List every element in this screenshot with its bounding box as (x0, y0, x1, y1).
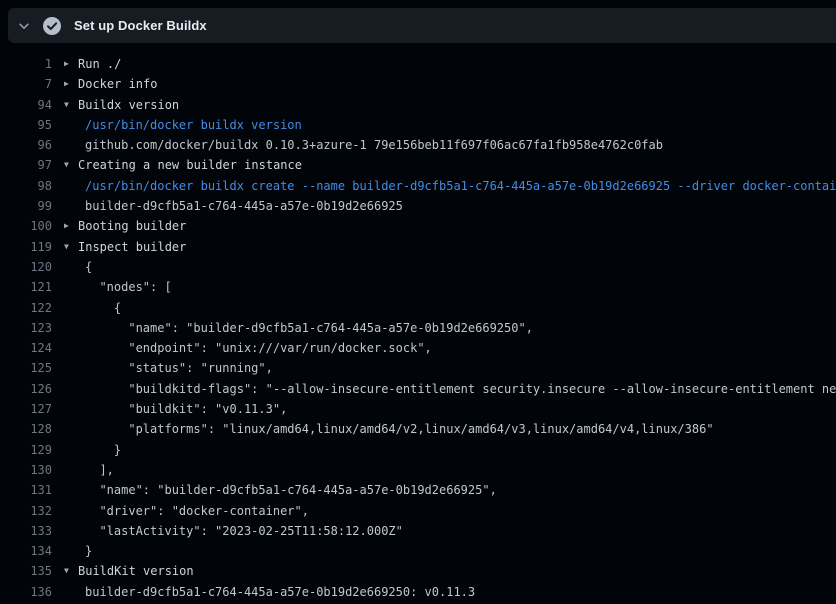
log-line: 95 /usr/bin/docker buildx version (0, 115, 836, 135)
log-line: 120 { (0, 257, 836, 277)
line-number[interactable]: 129 (0, 440, 52, 460)
log-line: 123 "name": "builder-d9cfb5a1-c764-445a-… (0, 318, 836, 338)
group-toggle-triangle-icon[interactable]: ▶ (64, 216, 78, 236)
log-line-text: "name": "builder-d9cfb5a1-c764-445a-a57e… (52, 318, 533, 338)
log-viewer: 1 ▶ Run ./ 7 ▶ Docker info 94 ▼ Buildx v… (0, 43, 836, 604)
line-number[interactable]: 96 (0, 135, 52, 155)
log-line: 133 "lastActivity": "2023-02-25T11:58:12… (0, 521, 836, 541)
line-number[interactable]: 125 (0, 358, 52, 378)
log-line: 124 "endpoint": "unix:///var/run/docker.… (0, 338, 836, 358)
log-line-text: github.com/docker/buildx 0.10.3+azure-1 … (52, 135, 663, 155)
log-line: 132 "driver": "docker-container", (0, 501, 836, 521)
group-toggle-triangle-icon[interactable]: ▶ (64, 54, 78, 74)
line-number[interactable]: 121 (0, 277, 52, 297)
log-line: 129 } (0, 440, 836, 460)
log-line-text: Docker info (78, 74, 157, 94)
line-number[interactable]: 126 (0, 379, 52, 399)
group-toggle-triangle-icon[interactable]: ▼ (64, 155, 78, 175)
line-number[interactable]: 1 (0, 54, 52, 74)
line-number[interactable]: 128 (0, 419, 52, 439)
line-number[interactable]: 132 (0, 501, 52, 521)
log-line: 126 "buildkitd-flags": "--allow-insecure… (0, 379, 836, 399)
line-number[interactable]: 131 (0, 480, 52, 500)
log-line-text: "buildkitd-flags": "--allow-insecure-ent… (52, 379, 836, 399)
log-line: 99 builder-d9cfb5a1-c764-445a-a57e-0b19d… (0, 196, 836, 216)
log-line-text: "buildkit": "v0.11.3", (52, 399, 287, 419)
log-line-text: Creating a new builder instance (78, 155, 302, 175)
log-group-line[interactable]: 7 ▶ Docker info (0, 74, 836, 94)
line-number[interactable]: 94 (0, 95, 52, 115)
log-line: 125 "status": "running", (0, 358, 836, 378)
log-line: 96 github.com/docker/buildx 0.10.3+azure… (0, 135, 836, 155)
line-number[interactable]: 123 (0, 318, 52, 338)
log-line-text: BuildKit version (78, 561, 194, 581)
group-toggle-triangle-icon[interactable]: ▼ (64, 95, 78, 115)
group-toggle-triangle-icon[interactable]: ▼ (64, 561, 78, 581)
log-line: 127 "buildkit": "v0.11.3", (0, 399, 836, 419)
line-number[interactable]: 124 (0, 338, 52, 358)
chevron-down-icon[interactable] (16, 18, 32, 34)
log-line-text: { (52, 257, 92, 277)
log-line-text: Booting builder (78, 216, 186, 236)
line-number[interactable]: 127 (0, 399, 52, 419)
check-circle-icon (42, 16, 62, 36)
log-line-text: /usr/bin/docker buildx version (52, 115, 302, 135)
line-number[interactable]: 100 (0, 216, 52, 236)
log-group-line[interactable]: 97 ▼ Creating a new builder instance (0, 155, 836, 175)
group-toggle-triangle-icon[interactable]: ▼ (64, 237, 78, 257)
line-number[interactable]: 122 (0, 298, 52, 318)
log-line-text: { (52, 298, 121, 318)
log-group-line[interactable]: 119 ▼ Inspect builder (0, 237, 836, 257)
line-number[interactable]: 97 (0, 155, 52, 175)
log-line: 136 builder-d9cfb5a1-c764-445a-a57e-0b19… (0, 582, 836, 602)
log-line-text: } (52, 541, 92, 561)
line-number[interactable]: 7 (0, 74, 52, 94)
log-line: 128 "platforms": "linux/amd64,linux/amd6… (0, 419, 836, 439)
log-line: 121 "nodes": [ (0, 277, 836, 297)
log-line: 131 "name": "builder-d9cfb5a1-c764-445a-… (0, 480, 836, 500)
log-line-text: ], (52, 460, 114, 480)
log-line-text: "driver": "docker-container", (52, 501, 309, 521)
line-number[interactable]: 98 (0, 176, 52, 196)
line-number[interactable]: 95 (0, 115, 52, 135)
log-line: 134 } (0, 541, 836, 561)
log-group-line[interactable]: 100 ▶ Booting builder (0, 216, 836, 236)
log-line-text: "nodes": [ (52, 277, 172, 297)
line-number[interactable]: 133 (0, 521, 52, 541)
log-group-line[interactable]: 1 ▶ Run ./ (0, 54, 836, 74)
log-line-text: Buildx version (78, 95, 179, 115)
step-title: Set up Docker Buildx (74, 18, 207, 33)
log-line-text: "name": "builder-d9cfb5a1-c764-445a-a57e… (52, 480, 497, 500)
log-line-text: "endpoint": "unix:///var/run/docker.sock… (52, 338, 432, 358)
log-line-text: builder-d9cfb5a1-c764-445a-a57e-0b19d2e6… (52, 582, 475, 602)
log-line: 98 /usr/bin/docker buildx create --name … (0, 176, 836, 196)
log-line-text: "platforms": "linux/amd64,linux/amd64/v2… (52, 419, 714, 439)
log-group-line[interactable]: 135 ▼ BuildKit version (0, 561, 836, 581)
step-header[interactable]: Set up Docker Buildx (8, 8, 836, 43)
line-number[interactable]: 99 (0, 196, 52, 216)
log-line-text: } (52, 440, 121, 460)
log-line-text: Run ./ (78, 54, 121, 74)
log-line: 130 ], (0, 460, 836, 480)
log-line-text: Inspect builder (78, 237, 186, 257)
line-number[interactable]: 135 (0, 561, 52, 581)
line-number[interactable]: 130 (0, 460, 52, 480)
line-number[interactable]: 119 (0, 237, 52, 257)
log-line-text: "status": "running", (52, 358, 273, 378)
log-line-text: "lastActivity": "2023-02-25T11:58:12.000… (52, 521, 403, 541)
line-number[interactable]: 134 (0, 541, 52, 561)
log-group-line[interactable]: 94 ▼ Buildx version (0, 95, 836, 115)
group-toggle-triangle-icon[interactable]: ▶ (64, 74, 78, 94)
line-number[interactable]: 120 (0, 257, 52, 277)
log-line: 122 { (0, 298, 836, 318)
log-line-text: builder-d9cfb5a1-c764-445a-a57e-0b19d2e6… (52, 196, 403, 216)
line-number[interactable]: 136 (0, 582, 52, 602)
log-line-text: /usr/bin/docker buildx create --name bui… (52, 176, 836, 196)
